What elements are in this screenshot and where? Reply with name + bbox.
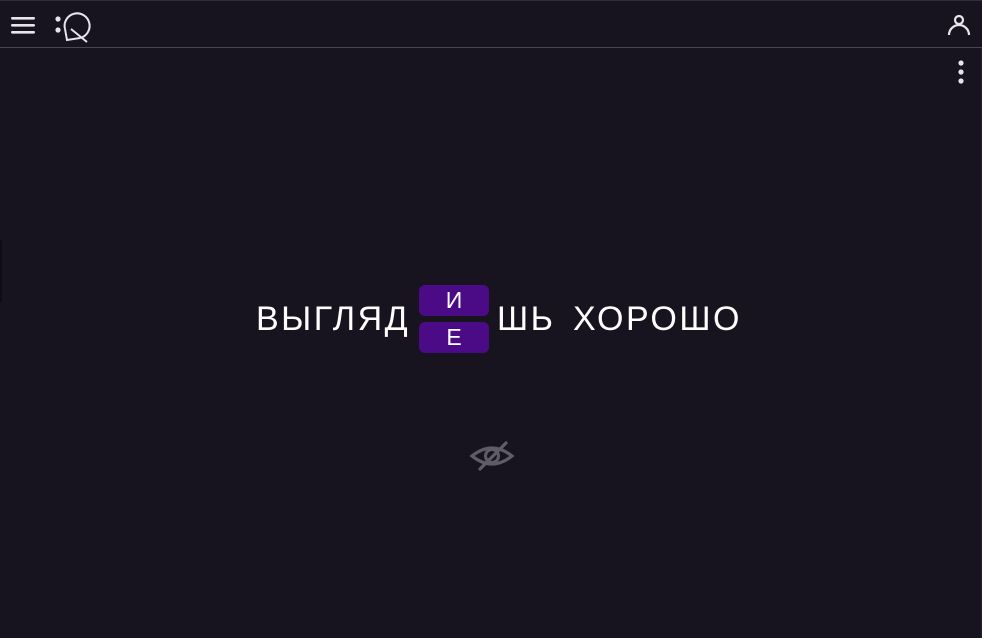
user-account-icon[interactable] — [946, 12, 972, 38]
eye-off-icon[interactable] — [468, 438, 516, 474]
top-bar — [0, 0, 982, 48]
app-root: ВЫГЛЯД И Е ШЬ ХОРОШО — [0, 0, 982, 638]
next-word: ХОРОШО — [573, 300, 742, 338]
hamburger-menu-icon[interactable] — [10, 13, 38, 37]
more-vertical-icon[interactable] — [954, 59, 968, 87]
word-suffix: ШЬ — [497, 300, 556, 338]
choice-option-button[interactable]: И — [419, 285, 489, 316]
exercise-sentence: ВЫГЛЯД И Е ШЬ ХОРОШО — [0, 282, 982, 356]
word-prefix: ВЫГЛЯД — [256, 300, 411, 338]
choice-option-button[interactable]: Е — [419, 322, 489, 353]
app-logo-icon[interactable] — [53, 7, 91, 45]
